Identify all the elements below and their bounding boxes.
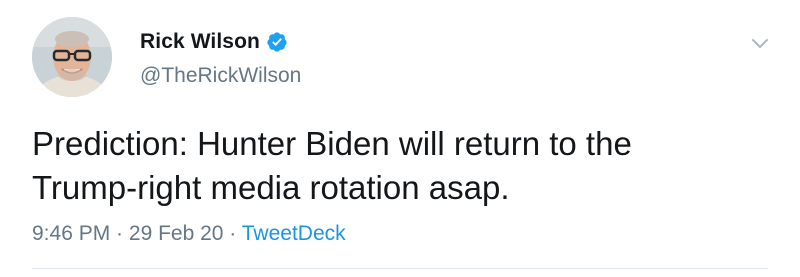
verified-badge-icon — [267, 32, 287, 52]
divider — [32, 268, 768, 269]
chevron-down-icon[interactable] — [749, 36, 771, 52]
tweet-time[interactable]: 9:46 PM — [32, 222, 110, 245]
meta-separator: · — [223, 222, 242, 245]
display-name-row[interactable]: Rick Wilson — [140, 28, 288, 56]
avatar-image — [32, 17, 112, 97]
user-handle[interactable]: @TheRickWilson — [140, 64, 301, 88]
tweet-date[interactable]: 29 Feb 20 — [129, 222, 224, 245]
tweet-metadata: 9:46 PM · 29 Feb 20 · TweetDeck — [32, 222, 346, 246]
tweet-source-link[interactable]: TweetDeck — [242, 222, 346, 245]
tweet-text: Prediction: Hunter Biden will return to … — [32, 122, 772, 210]
avatar[interactable] — [32, 17, 112, 97]
tweet-text-line: Prediction: Hunter Biden will return to … — [32, 125, 632, 162]
display-name[interactable]: Rick Wilson — [140, 30, 260, 54]
tweet-card: Rick Wilson @TheRickWilson Prediction: H… — [0, 0, 800, 277]
tweet-text-line: Trump-right media rotation asap. — [32, 169, 510, 206]
meta-separator: · — [110, 222, 129, 245]
